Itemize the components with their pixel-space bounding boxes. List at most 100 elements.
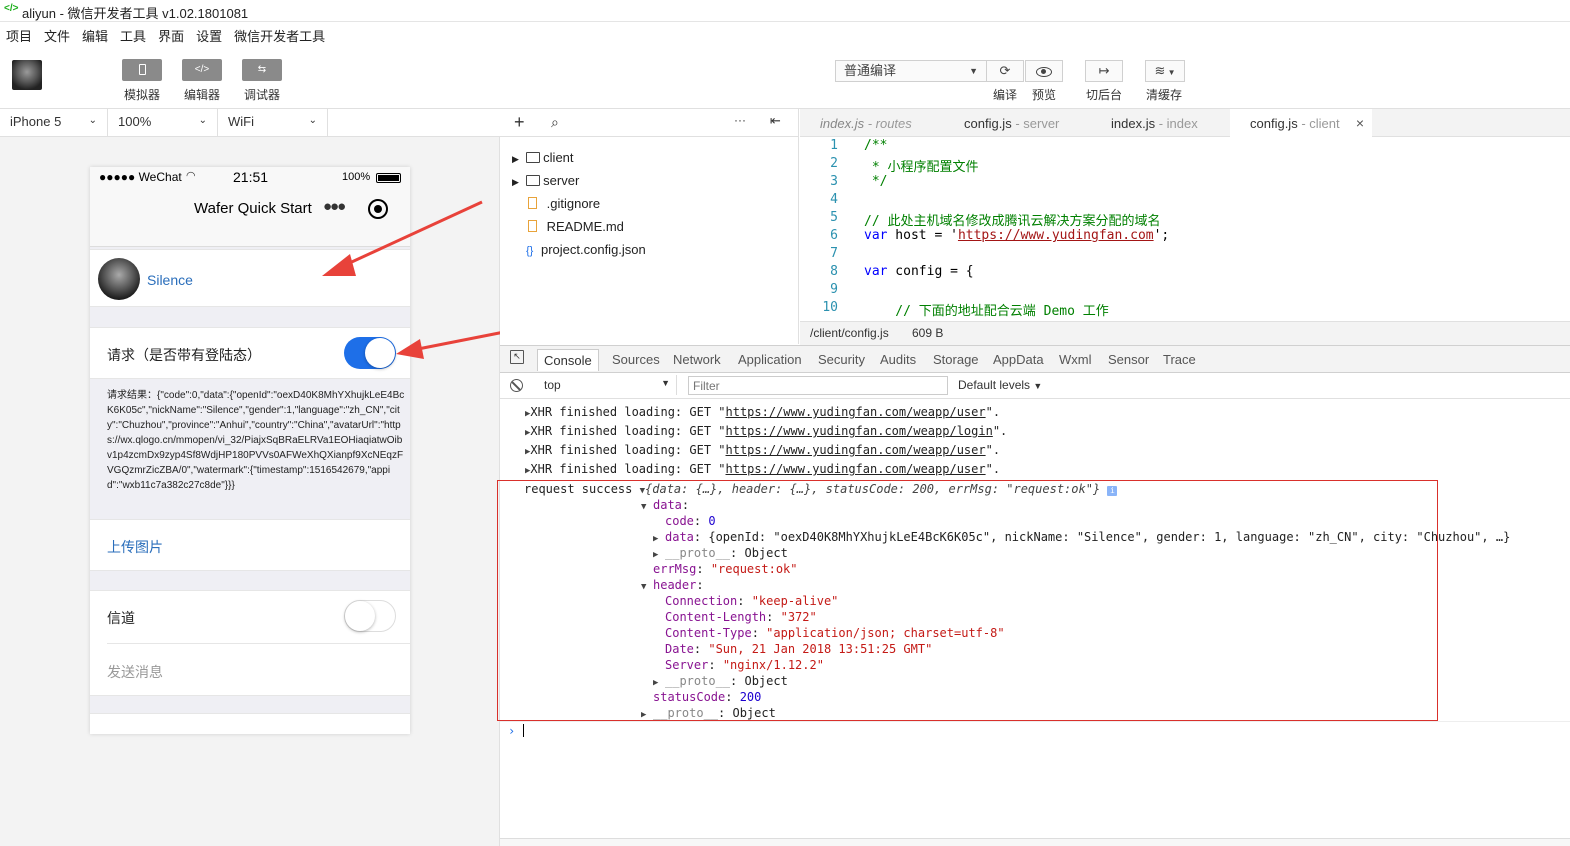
tab-index-index[interactable]: index.js - index [1111, 109, 1198, 137]
clear-console-icon[interactable] [510, 379, 523, 392]
tree-item-gitignore[interactable]: .gitignore [528, 196, 600, 211]
xhr-suffix: ". [985, 405, 1001, 419]
add-file-icon[interactable]: + [514, 112, 525, 133]
tree-key: data [665, 530, 694, 544]
more-options-icon[interactable]: ··· [734, 113, 746, 127]
xhr-url[interactable]: https://www.yudingfan.com/weapp/login [726, 424, 993, 438]
tab-wxml[interactable]: Wxml [1059, 352, 1092, 367]
tab-suffix: - routes [864, 116, 912, 131]
tree-row[interactable]: ▶ __proto__: Object [653, 546, 788, 560]
tree-item-readme[interactable]: README.md [528, 219, 624, 234]
tree-item-client[interactable]: ▶ client [512, 150, 574, 165]
line-number: 7 [830, 246, 838, 261]
tab-sensor[interactable]: Sensor [1108, 352, 1149, 367]
console-request-line[interactable]: request success ▼{data: {…}, header: {…}… [524, 482, 1118, 496]
console-prompt[interactable]: › [508, 724, 525, 738]
caret-right-icon: ▶ [653, 678, 659, 688]
tab-console[interactable]: Console [537, 349, 599, 371]
collapse-panel-icon[interactable]: ⇤ [770, 113, 781, 129]
code-text: * 小程序配置文件 [864, 160, 979, 175]
code-text: // 下面的地址配合云端 Demo 工作 [864, 304, 1109, 319]
tree-sep: : [681, 498, 697, 512]
tree-key: statusCode [653, 690, 726, 704]
console-divider [500, 721, 1570, 722]
xhr-url[interactable]: https://www.yudingfan.com/weapp/user [726, 443, 986, 457]
xhr-suffix: ". [985, 443, 1001, 457]
annotation-arrow-toggle-head [396, 339, 424, 359]
xhr-url[interactable]: https://www.yudingfan.com/weapp/user [726, 405, 986, 419]
code-text: */ [864, 174, 888, 189]
tab-trace[interactable]: Trace [1163, 352, 1196, 367]
tab-file: index.js [1111, 116, 1156, 131]
tab-storage[interactable]: Storage [933, 352, 979, 367]
xhr-suffix: ". [992, 424, 1008, 438]
tree-value: "Sun, 21 Jan 2018 13:51:25 GMT" [708, 642, 933, 656]
console-xhr-line: ▶XHR finished loading: GET "https://www.… [525, 443, 1000, 457]
inspect-element-icon[interactable]: ↖ [510, 350, 524, 364]
tab-network[interactable]: Network [673, 352, 721, 367]
tree-key: data [653, 498, 682, 512]
tree-value: 0 [708, 514, 716, 528]
tree-row: Server: "nginx/1.12.2" [653, 658, 824, 672]
line-number: 4 [830, 192, 838, 207]
tree-key: Content-Type [665, 626, 752, 640]
tree-row[interactable]: ▶ __proto__: Object [653, 674, 788, 688]
folder-icon [525, 152, 540, 163]
tree-key: __proto__ [665, 546, 731, 560]
tree-row: Content-Length: "372" [653, 610, 817, 624]
tab-security[interactable]: Security [818, 352, 865, 367]
tree-item-project-config[interactable]: {} project.config.json [526, 242, 646, 257]
tab-appdata[interactable]: AppData [993, 352, 1044, 367]
tree-sep: : [737, 594, 752, 608]
tree-key: code [665, 514, 694, 528]
tree-sep: : [696, 578, 711, 592]
line-number: 2 [830, 156, 838, 171]
request-label: request success [524, 482, 633, 496]
devtools-tabs: ↖ Console Sources Network Application Se… [500, 345, 1570, 373]
xhr-text: XHR finished loading: GET " [530, 462, 726, 476]
code-editor[interactable]: 1 /** 2 * 小程序配置文件 3 */ 4 5 // 此处主机域名修改成腾讯云… [800, 137, 1570, 321]
tree-row[interactable]: ▼ header: [641, 578, 711, 592]
tree-sep: : [730, 674, 745, 688]
line-number: 5 [830, 210, 838, 225]
tree-item-server[interactable]: ▶ server [512, 173, 579, 188]
xhr-url[interactable]: https://www.yudingfan.com/weapp/user [726, 462, 986, 476]
console-filter-input[interactable] [688, 376, 948, 395]
line-number: 9 [830, 282, 838, 297]
tree-key: __proto__ [653, 706, 719, 720]
tree-row[interactable]: ▶ __proto__: Object [641, 706, 776, 720]
tab-application[interactable]: Application [738, 352, 802, 367]
tree-sep: : [730, 546, 745, 560]
tab-sources[interactable]: Sources [612, 352, 660, 367]
caret-right-icon: ▶ [512, 177, 519, 187]
tree-row[interactable]: ▶ data: {openId: "oexD40K8MhYXhujkLeE4BcK… [653, 530, 1510, 544]
file-icon [528, 197, 537, 209]
tree-sep: : [693, 642, 709, 656]
close-icon[interactable]: × [1356, 115, 1364, 131]
tree-row: Connection: "keep-alive" [653, 594, 838, 608]
xhr-text: XHR finished loading: GET " [530, 424, 726, 438]
tab-config-client[interactable]: config.js - client × [1230, 109, 1372, 138]
tab-index-routes[interactable]: index.js - routes [820, 109, 912, 137]
search-icon[interactable]: ⌕ [551, 114, 559, 131]
tree-row: errMsg: "request:ok" [641, 562, 798, 576]
tab-suffix: - index [1155, 116, 1198, 131]
xhr-text: XHR finished loading: GET " [530, 443, 726, 457]
json-icon: {} [526, 245, 534, 257]
context-select[interactable]: top ▼ [535, 375, 677, 395]
file-path: /client/config.js [810, 326, 889, 340]
caret-right-icon: ▶ [512, 154, 519, 164]
caret-down-icon: ▼ [641, 582, 647, 592]
tree-row[interactable]: ▼ data: [641, 498, 696, 512]
tree-row: code: 0 [653, 514, 716, 528]
code-text: var config = { [864, 264, 974, 279]
tree-key: __proto__ [665, 674, 731, 688]
tree-value: Object [744, 674, 788, 688]
caret-right-icon: ▶ [653, 550, 659, 560]
tree-key: header [653, 578, 697, 592]
tab-audits[interactable]: Audits [880, 352, 916, 367]
tree-row: Content-Type: "application/json; charset… [653, 626, 1005, 640]
levels-select[interactable]: Default levels ▼ [958, 378, 1042, 392]
file-size: 609 B [912, 326, 944, 340]
tab-config-server[interactable]: config.js - server [964, 109, 1059, 137]
